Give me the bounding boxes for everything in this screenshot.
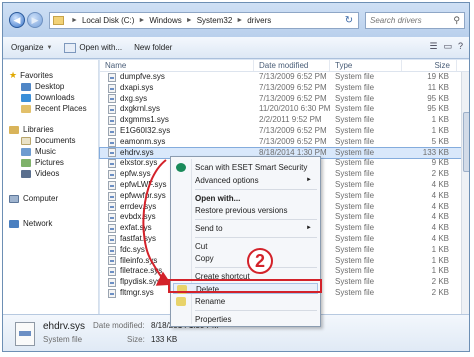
menu-cut[interactable]: Cut (173, 241, 318, 252)
menu-label: Restore previous versions (195, 206, 288, 215)
menu-separator (195, 219, 317, 220)
menu-restore-previous[interactable]: Restore previous versions (173, 205, 318, 216)
eset-icon (176, 163, 186, 172)
chevron-right-icon: ► (306, 225, 312, 231)
menu-open-with[interactable]: Open with... (173, 193, 318, 204)
shield-icon (176, 297, 186, 306)
menu-advanced-options[interactable]: Advanced options ► (173, 175, 318, 186)
menu-label: Scan with ESET Smart Security (195, 163, 308, 172)
step-number-badge: 2 (247, 248, 273, 274)
chevron-right-icon: ► (306, 177, 312, 183)
menu-label: Send to (195, 224, 223, 233)
menu-separator (195, 310, 317, 311)
menu-label: Cut (195, 242, 208, 251)
menu-rename[interactable]: Rename (173, 296, 318, 307)
context-menu: Scan with ESET Smart Security Advanced o… (170, 156, 321, 327)
menu-label: Properties (195, 315, 232, 324)
menu-copy[interactable]: Copy (173, 253, 318, 264)
menu-properties[interactable]: Properties (173, 314, 318, 325)
menu-label: Copy (195, 254, 214, 263)
menu-label: Advanced options (195, 176, 259, 185)
menu-separator (195, 237, 317, 238)
menu-scan-eset[interactable]: Scan with ESET Smart Security (173, 162, 318, 173)
delete-highlight-box (168, 279, 322, 293)
menu-send-to[interactable]: Send to ► (173, 223, 318, 234)
menu-label: Rename (195, 297, 226, 306)
menu-separator (195, 189, 317, 190)
menu-label: Open with... (195, 194, 241, 203)
